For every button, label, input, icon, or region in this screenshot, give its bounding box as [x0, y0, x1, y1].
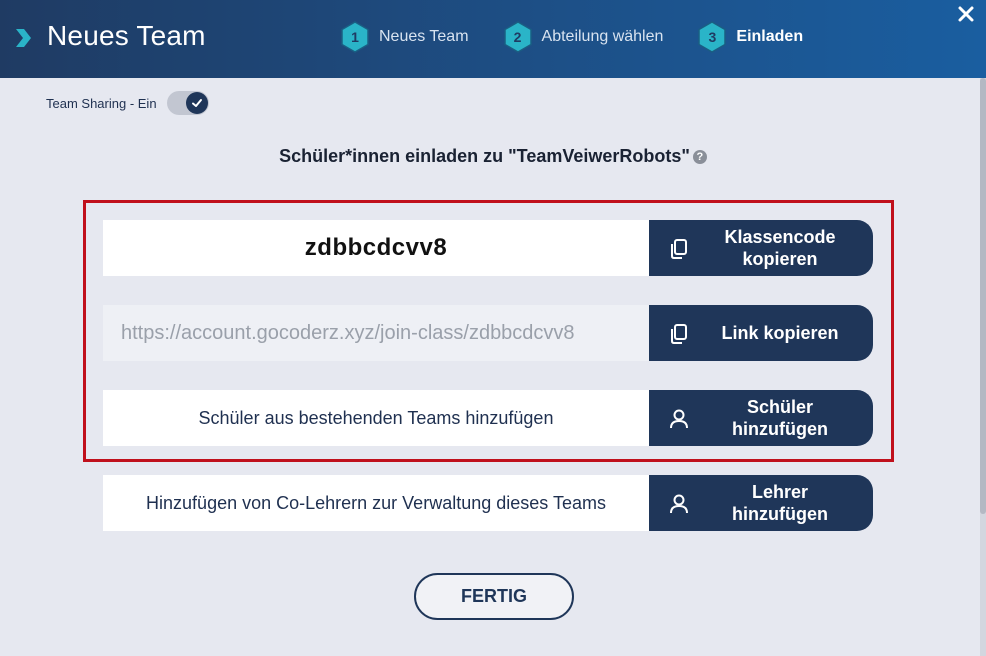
header-bar: Neues Team 1 Neues Team 2 Abteilung wähl…	[0, 0, 986, 78]
user-icon	[670, 409, 688, 429]
step-invite[interactable]: 3 Einladen	[697, 21, 803, 53]
toggle-knob	[185, 92, 208, 114]
class-code-row: zdbbcdcvv8 Klassencode kopieren	[103, 220, 873, 276]
copy-class-code-button[interactable]: Klassencode kopieren	[649, 220, 873, 276]
invite-heading-text: Schüler*innen einladen zu "TeamVeiwerRob…	[279, 146, 690, 166]
step-number-badge: 2	[503, 21, 533, 53]
add-teachers-row: Hinzufügen von Co-Lehrern zur Verwaltung…	[103, 475, 873, 531]
add-teachers-button[interactable]: Lehrer hinzufügen	[649, 475, 873, 531]
invite-link-row: https://account.gocoderz.xyz/join-class/…	[103, 305, 873, 361]
team-sharing-toggle[interactable]	[166, 91, 209, 115]
dialog-title: Neues Team	[47, 20, 206, 51]
team-sharing-setting: Team Sharing - Ein	[46, 91, 209, 115]
copy-link-label: Link kopieren	[721, 323, 839, 343]
step-label: Neues Team	[379, 28, 469, 45]
step-new-team[interactable]: 1 Neues Team	[340, 21, 469, 53]
add-teachers-description: Hinzufügen von Co-Lehrern zur Verwaltung…	[103, 475, 649, 531]
add-teachers-text: Hinzufügen von Co-Lehrern zur Verwaltung…	[146, 492, 606, 513]
done-button[interactable]: FERTIG	[414, 573, 574, 620]
invite-link-value: https://account.gocoderz.xyz/join-class/…	[121, 321, 575, 344]
add-students-label: Schüler hinzufügen	[732, 397, 828, 439]
step-number-badge: 3	[697, 21, 727, 53]
scrollbar-thumb[interactable]	[980, 78, 986, 514]
class-code-value: zdbbcdcvv8	[304, 234, 448, 261]
step-number-badge: 1	[340, 21, 370, 53]
user-icon	[670, 494, 688, 514]
close-icon[interactable]	[956, 4, 976, 24]
chevron-right-icon	[16, 29, 31, 47]
help-icon[interactable]: ?	[692, 150, 707, 165]
add-students-button[interactable]: Schüler hinzufügen	[649, 390, 873, 446]
team-sharing-label: Team Sharing - Ein	[46, 95, 157, 111]
copy-class-code-label: Klassencode kopieren	[724, 227, 836, 269]
invite-heading: Schüler*innen einladen zu "TeamVeiwerRob…	[0, 146, 986, 167]
copy-icon	[671, 324, 687, 344]
add-students-text: Schüler aus bestehenden Teams hinzufügen	[198, 407, 554, 428]
class-code-field[interactable]: zdbbcdcvv8	[103, 220, 649, 276]
step-label: Abteilung wählen	[541, 28, 664, 45]
checkmark-icon	[191, 99, 202, 107]
step-choose-department[interactable]: 2 Abteilung wählen	[503, 21, 664, 53]
invite-link-field[interactable]: https://account.gocoderz.xyz/join-class/…	[103, 305, 649, 361]
stepper: 1 Neues Team 2 Abteilung wählen 3 Einlad…	[340, 21, 837, 53]
add-students-row: Schüler aus bestehenden Teams hinzufügen…	[103, 390, 873, 446]
add-teachers-label: Lehrer hinzufügen	[732, 482, 828, 524]
step-label: Einladen	[736, 28, 804, 45]
copy-link-button[interactable]: Link kopieren	[649, 305, 873, 361]
copy-icon	[671, 239, 687, 259]
add-students-description: Schüler aus bestehenden Teams hinzufügen	[103, 390, 649, 446]
